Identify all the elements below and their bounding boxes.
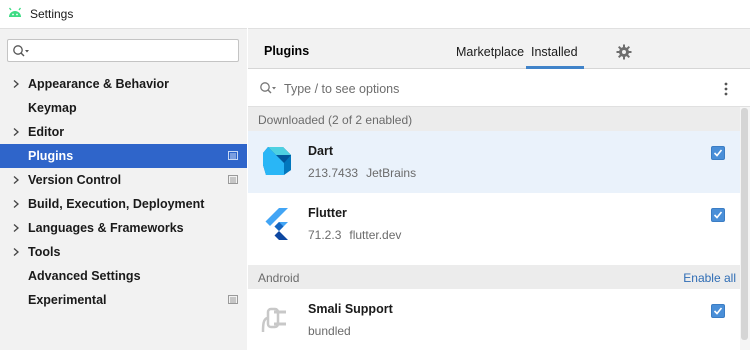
- settings-search-input[interactable]: [32, 40, 238, 61]
- plugin-row-flutter[interactable]: Flutter 71.2.3 flutter.dev: [248, 193, 740, 255]
- sidebar-item-version-control[interactable]: Version Control: [0, 168, 247, 192]
- settings-tree: Appearance & Behavior Keymap Editor Plug…: [0, 72, 247, 312]
- chevron-right-icon[interactable]: [11, 199, 21, 209]
- sidebar-item-label: Advanced Settings: [28, 269, 141, 283]
- sidebar-item-build-execution-deployment[interactable]: Build, Execution, Deployment: [0, 192, 247, 216]
- gear-icon[interactable]: [616, 44, 632, 60]
- sidebar-item-editor[interactable]: Editor: [0, 120, 247, 144]
- chevron-right-icon[interactable]: [11, 223, 21, 233]
- sidebar-item-experimental[interactable]: Experimental: [0, 288, 247, 312]
- sidebar-item-label: Tools: [28, 245, 61, 259]
- plug-icon: [261, 307, 286, 333]
- sidebar-item-keymap[interactable]: Keymap: [0, 96, 247, 120]
- window-title: Settings: [30, 7, 74, 21]
- plugin-version: 71.2.3: [308, 228, 342, 242]
- group-header-downloaded: Downloaded (2 of 2 enabled): [248, 107, 740, 131]
- plugin-name: Smali Support: [308, 302, 393, 316]
- plugin-row-dart[interactable]: Dart 213.7433 JetBrains: [248, 131, 740, 193]
- sidebar-item-tools[interactable]: Tools: [0, 240, 247, 264]
- sidebar-item-label: Editor: [28, 125, 65, 139]
- group-header-android: Android Enable all: [248, 265, 740, 289]
- plugin-vendor: flutter.dev: [349, 228, 402, 242]
- chevron-right-icon[interactable]: [11, 127, 21, 137]
- plugin-version: bundled: [308, 324, 351, 338]
- active-tab-indicator: [526, 66, 584, 69]
- settings-sidebar: Appearance & Behavior Keymap Editor Plug…: [0, 28, 247, 350]
- checkmark-icon: [713, 211, 723, 219]
- sidebar-item-plugins[interactable]: Plugins: [0, 144, 247, 168]
- sidebar-item-label: Build, Execution, Deployment: [28, 197, 205, 211]
- plugins-header: Plugins Marketplace Installed: [248, 28, 750, 69]
- sidebar-item-appearance-behavior[interactable]: Appearance & Behavior: [0, 72, 247, 96]
- sidebar-item-advanced-settings[interactable]: Advanced Settings: [0, 264, 247, 288]
- sidebar-item-languages-frameworks[interactable]: Languages & Frameworks: [0, 216, 247, 240]
- plugin-enabled-checkbox[interactable]: [711, 146, 725, 160]
- sidebar-item-label: Experimental: [28, 293, 107, 307]
- search-icon: [260, 82, 276, 94]
- page-title: Plugins: [264, 44, 310, 58]
- chevron-right-icon[interactable]: [11, 175, 21, 185]
- plugin-row-smali-support[interactable]: Smali Support bundled: [248, 289, 740, 350]
- plugin-name: Dart: [308, 144, 334, 158]
- checkmark-icon: [713, 307, 723, 315]
- flutter-logo-icon: [265, 208, 288, 240]
- sidebar-item-label: Languages & Frameworks: [28, 221, 184, 235]
- dart-logo-icon: [263, 147, 291, 175]
- settings-search-box[interactable]: [7, 39, 239, 62]
- plugin-meta: bundled: [308, 324, 351, 338]
- plugin-meta: 213.7433 JetBrains: [308, 166, 416, 180]
- tab-marketplace[interactable]: Marketplace: [456, 45, 524, 59]
- chevron-right-icon[interactable]: [11, 79, 21, 89]
- sidebar-item-label: Version Control: [28, 173, 122, 187]
- scrollbar-thumb[interactable]: [741, 108, 748, 340]
- group-label: Android: [258, 271, 300, 285]
- project-settings-icon: [228, 295, 238, 304]
- search-icon: [13, 44, 29, 56]
- plugin-name: Flutter: [308, 206, 347, 220]
- project-settings-icon: [228, 151, 238, 160]
- checkmark-icon: [713, 149, 723, 157]
- plugin-search-placeholder[interactable]: Type / to see options: [284, 82, 399, 96]
- plugin-filter-bar[interactable]: Type / to see options: [248, 70, 750, 107]
- plugin-meta: 71.2.3 flutter.dev: [308, 228, 401, 242]
- group-label: Downloaded (2 of 2 enabled): [258, 113, 413, 127]
- plugin-enabled-checkbox[interactable]: [711, 304, 725, 318]
- plugin-enabled-checkbox[interactable]: [711, 208, 725, 222]
- title-bar: Settings: [0, 0, 750, 28]
- android-studio-icon: [8, 7, 22, 17]
- project-settings-icon: [228, 175, 238, 184]
- sidebar-item-label: Appearance & Behavior: [28, 77, 170, 91]
- plugin-list: Downloaded (2 of 2 enabled) Dart 213.743…: [248, 107, 740, 350]
- plugin-version: 213.7433: [308, 166, 359, 180]
- sidebar-item-label: Keymap: [28, 101, 77, 115]
- plugin-vendor: JetBrains: [366, 166, 417, 180]
- sidebar-item-label: Plugins: [28, 149, 74, 163]
- enable-all-link[interactable]: Enable all: [683, 271, 736, 285]
- more-options-icon[interactable]: [722, 81, 730, 97]
- tab-installed[interactable]: Installed: [531, 45, 578, 59]
- chevron-right-icon[interactable]: [11, 247, 21, 257]
